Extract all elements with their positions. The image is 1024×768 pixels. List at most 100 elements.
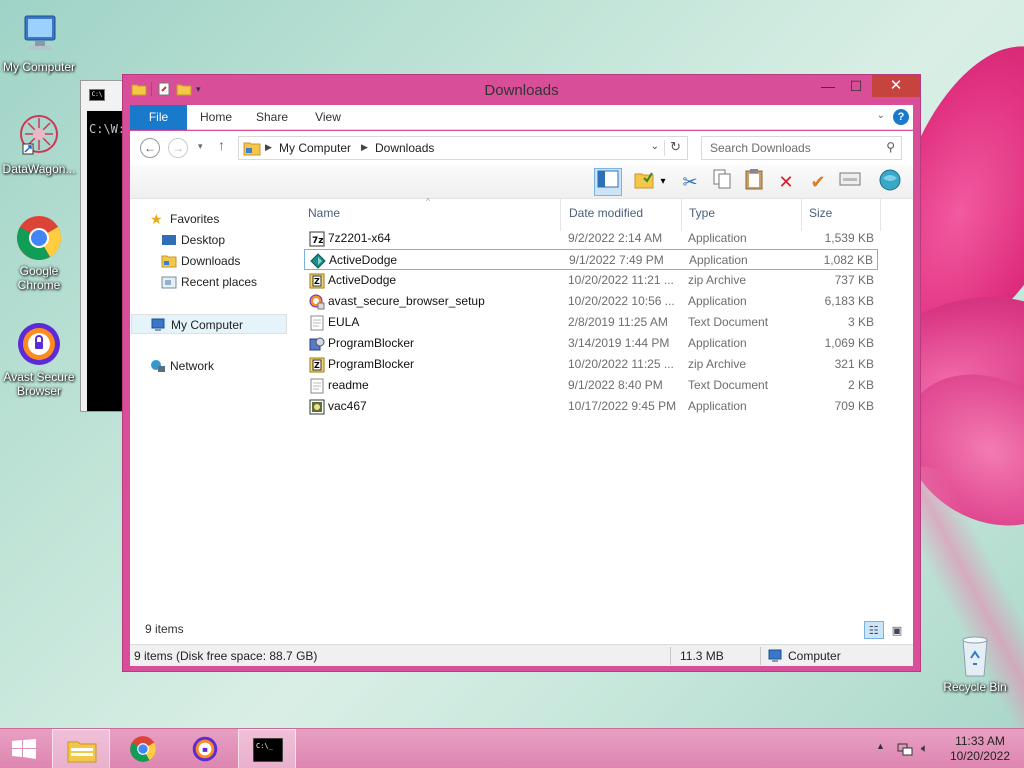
nav-desktop[interactable]: Desktop <box>130 230 296 250</box>
file-row[interactable]: readme 9/1/2022 8:40 PM Text Document 2 … <box>304 375 878 396</box>
nav-downloads[interactable]: Downloads <box>130 251 296 271</box>
desktop-icon-avast-secure-browser[interactable]: Avast Secure Browser <box>0 320 78 398</box>
taskbar: C:\_ ▲ 🔈︎ 11:33 AM 10/20/2022 <box>0 728 1024 768</box>
chrome-icon <box>15 214 63 262</box>
column-divider[interactable] <box>560 199 561 231</box>
forward-button[interactable]: → <box>168 138 188 158</box>
tab-home[interactable]: Home <box>194 105 238 130</box>
desktop-icon-label: Recycle Bin <box>943 680 1007 694</box>
search-icon[interactable]: ⚲ <box>886 140 895 154</box>
ribbon-expand-icon[interactable]: ⌄ <box>877 110 885 121</box>
tab-view[interactable]: View <box>306 105 350 130</box>
copy-icon[interactable] <box>708 168 736 196</box>
file-date: 10/20/2022 11:25 ... <box>568 357 674 371</box>
preview-pane-icon[interactable] <box>594 168 622 196</box>
file-size: 1,539 KB <box>824 231 874 245</box>
recent-places-icon <box>161 276 177 289</box>
breadcrumb-separator-icon[interactable]: ▶ <box>265 142 272 153</box>
file-date: 10/17/2022 9:45 PM <box>568 399 677 413</box>
close-button[interactable]: ✕ <box>872 75 920 97</box>
refresh-icon[interactable]: ↻ <box>670 139 681 155</box>
file-type: Application <box>688 336 747 350</box>
column-size[interactable]: Size <box>809 206 832 220</box>
file-row[interactable]: avast_secure_browser_setup 10/20/2022 10… <box>304 291 878 312</box>
nav-network[interactable]: Network <box>130 356 296 376</box>
nav-my-computer[interactable]: My Computer <box>131 314 287 334</box>
cut-icon[interactable]: ✂ <box>676 168 704 196</box>
start-button[interactable] <box>0 729 48 768</box>
desktop-icon-google-chrome[interactable]: Google Chrome <box>0 214 78 292</box>
file-date: 2/8/2019 11:25 AM <box>568 315 668 329</box>
minimize-button[interactable]: — <box>814 75 842 97</box>
navigation-pane[interactable]: ★ Favorites Desktop Downloads Recent pla… <box>130 199 296 644</box>
show-hidden-icons-icon[interactable]: ▲ <box>876 741 885 751</box>
zip-archive-icon: Z <box>309 357 325 373</box>
maximize-button[interactable]: ☐ <box>842 75 870 97</box>
rename-check-icon[interactable]: ✔ <box>804 168 832 196</box>
avast-setup-icon <box>309 294 325 310</box>
back-button[interactable]: ← <box>140 138 160 158</box>
taskbar-chrome[interactable] <box>114 729 172 768</box>
recent-locations-icon[interactable]: ▾ <box>198 141 203 152</box>
folder-options-icon[interactable] <box>630 168 658 196</box>
volume-icon[interactable]: 🔈︎ <box>921 741 928 756</box>
file-row[interactable]: Z ProgramBlocker 10/20/2022 11:25 ... zi… <box>304 354 878 375</box>
search-input[interactable]: Search Downloads ⚲ <box>701 136 902 160</box>
explorer-window[interactable]: ▾ Downloads — ☐ ✕ File Home Share View ⌄… <box>122 74 921 672</box>
file-row[interactable]: EULA 2/8/2019 11:25 AM Text Document 3 K… <box>304 312 878 333</box>
column-header-row: ^ Name Date modified Type Size <box>302 197 913 231</box>
tab-share[interactable]: Share <box>250 105 294 130</box>
file-type: zip Archive <box>688 357 747 371</box>
window-titlebar[interactable]: ▾ Downloads — ☐ ✕ <box>123 75 920 105</box>
tab-file[interactable]: File <box>130 105 187 130</box>
svg-text:C:\_: C:\_ <box>256 742 274 750</box>
network-tray-icon[interactable] <box>897 740 913 759</box>
address-dropdown-icon[interactable]: ⌄ <box>651 141 659 152</box>
column-name[interactable]: Name <box>308 206 340 220</box>
help-icon[interactable]: ? <box>893 109 909 125</box>
breadcrumb-downloads[interactable]: Downloads <box>375 141 434 155</box>
file-row[interactable]: ProgramBlocker 3/14/2019 1:44 PM Applica… <box>304 333 878 354</box>
column-divider[interactable] <box>880 199 881 231</box>
desktop-icon-datawagon[interactable]: DataWagon... <box>0 112 78 176</box>
taskbar-clock[interactable]: 11:33 AM 10/20/2022 <box>950 734 1010 764</box>
up-button[interactable]: ↑ <box>218 137 225 153</box>
paste-icon[interactable] <box>740 168 768 196</box>
taskbar-file-explorer[interactable] <box>52 729 110 768</box>
desktop-icon-my-computer[interactable]: My Computer <box>0 10 78 74</box>
file-row[interactable]: vac467 10/17/2022 9:45 PM Application 70… <box>304 396 878 417</box>
column-divider[interactable] <box>681 199 682 231</box>
nav-recent-places[interactable]: Recent places <box>130 272 296 292</box>
item-count: 9 items <box>145 622 184 636</box>
file-date: 9/1/2022 8:40 PM <box>568 378 663 392</box>
taskbar-avast-browser[interactable] <box>176 729 234 768</box>
file-row[interactable]: Z ActiveDodge 10/20/2022 11:21 ... zip A… <box>304 270 878 291</box>
file-size: 1,069 KB <box>824 336 874 350</box>
taskbar-command-prompt[interactable]: C:\_ <box>238 729 296 768</box>
search-placeholder: Search Downloads <box>710 141 811 155</box>
desktop-icon-recycle-bin[interactable]: Recycle Bin <box>936 630 1014 694</box>
column-type[interactable]: Type <box>689 206 715 220</box>
nav-favorites[interactable]: ★ Favorites <box>130 209 296 229</box>
breadcrumb-separator-icon[interactable]: ▶ <box>361 142 368 153</box>
breadcrumb-my-computer[interactable]: My Computer <box>279 141 351 155</box>
file-type: Application <box>688 231 747 245</box>
address-bar[interactable]: ▶ My Computer ▶ Downloads ⌄ ↻ <box>238 136 688 160</box>
file-row[interactable]: 7z 7z2201-x64 9/2/2022 2:14 AM Applicati… <box>304 228 878 249</box>
dropdown-icon[interactable]: ▾ <box>656 168 670 196</box>
address-row: ← → ▾ ↑ ▶ My Computer ▶ Downloads ⌄ ↻ Se… <box>130 131 913 165</box>
globe-icon[interactable] <box>876 168 904 196</box>
file-type: zip Archive <box>688 273 747 287</box>
column-divider[interactable] <box>801 199 802 231</box>
file-list[interactable]: ^ Name Date modified Type Size 7z 7z2201… <box>302 197 913 644</box>
file-date: 9/2/2022 2:14 AM <box>568 231 663 245</box>
nav-label: My Computer <box>171 318 244 332</box>
file-name: readme <box>328 378 369 392</box>
delete-icon[interactable]: ✕ <box>772 168 800 196</box>
file-row-selected[interactable]: ActiveDodge 9/1/2022 7:49 PM Application… <box>304 249 878 270</box>
properties-icon[interactable] <box>836 168 864 196</box>
large-icons-view-icon[interactable]: ▣ <box>887 622 907 640</box>
details-view-icon[interactable]: ☷ <box>863 621 884 639</box>
file-type: Application <box>688 399 747 413</box>
column-date-modified[interactable]: Date modified <box>569 206 643 220</box>
